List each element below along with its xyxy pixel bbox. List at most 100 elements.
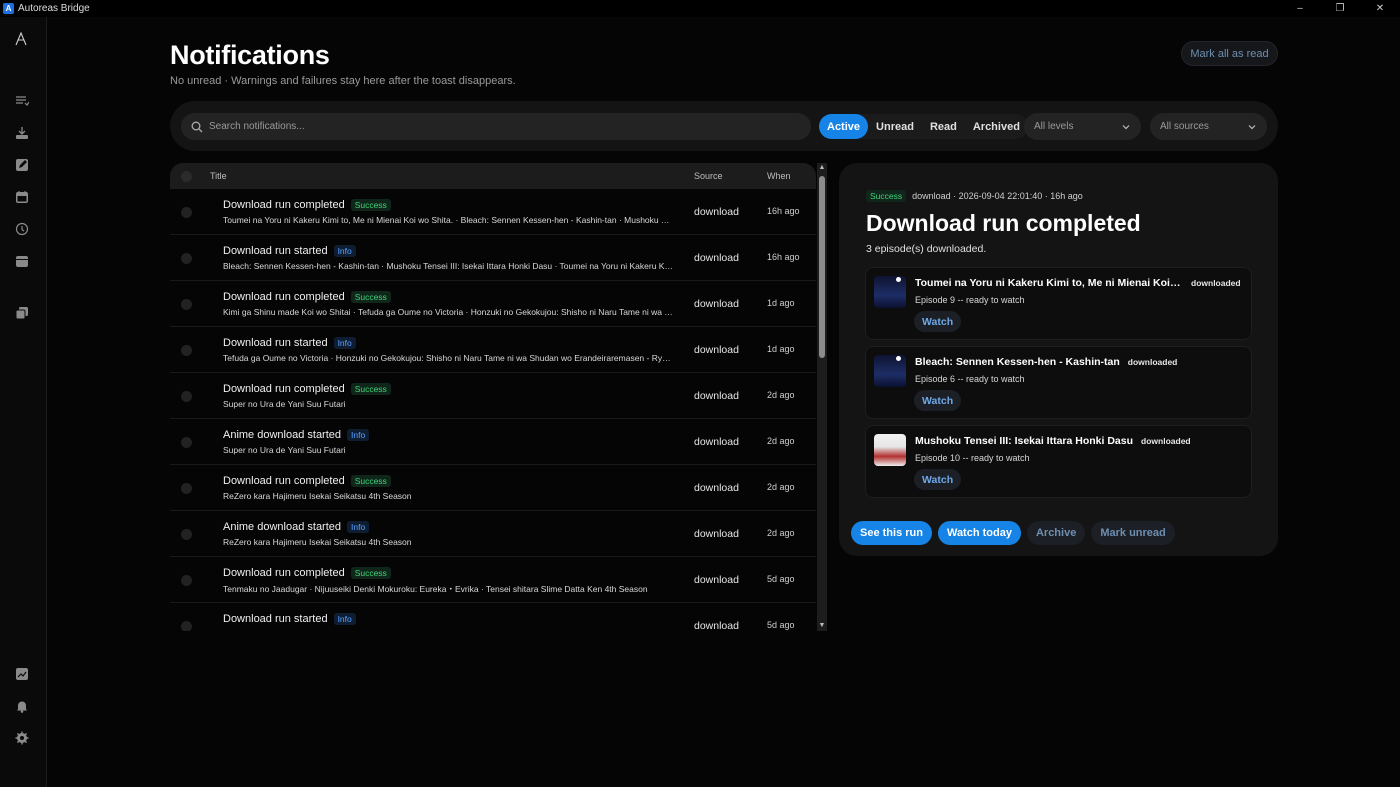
detail-meta: Success download · 2026-09-04 22:01:40 ·…: [866, 190, 1083, 202]
new-dot-icon: [896, 277, 901, 282]
row-title-line: Download run started Info: [223, 613, 356, 625]
level-badge: Info: [347, 429, 370, 441]
page-subtitle: No unread · Warnings and failures stay h…: [170, 75, 516, 87]
level-select-value: All levels: [1034, 121, 1074, 132]
episode-thumbnail: [874, 355, 906, 387]
table-row[interactable]: Download run started Info download 5d ago: [170, 603, 816, 631]
chevron-down-icon: [1121, 122, 1131, 132]
history-icon[interactable]: [15, 222, 29, 236]
row-checkbox[interactable]: [181, 437, 192, 448]
table-scrollbar[interactable]: ▲ ▼: [817, 163, 827, 631]
scrollbar-thumb[interactable]: [819, 176, 825, 358]
library-icon[interactable]: [15, 306, 29, 320]
row-checkbox[interactable]: [181, 207, 192, 218]
row-when: 1d ago: [767, 298, 795, 308]
scroll-down-icon[interactable]: ▼: [818, 622, 826, 630]
table-row[interactable]: Anime download started Info ReZero kara Ha…: [170, 511, 816, 557]
table-row[interactable]: Download run started Info Tefuda ga Oume n…: [170, 327, 816, 373]
tab-read[interactable]: Read: [922, 114, 965, 139]
mark-unread-button[interactable]: Mark unread: [1091, 521, 1175, 545]
archive-button[interactable]: Archive: [1026, 521, 1086, 545]
queue-icon[interactable]: [15, 94, 29, 108]
row-subtitle: Super no Ura de Yani Suu Futari: [223, 399, 346, 409]
table-row[interactable]: Download run completed Success Toumei na Y…: [170, 189, 816, 235]
row-subtitle: Bleach: Sennen Kessen-hen - Kashin-tan ·…: [223, 261, 673, 271]
episode-subtitle: Episode 10 -- ready to watch: [915, 453, 1030, 463]
column-when: When: [767, 171, 791, 181]
calendar-icon[interactable]: [15, 190, 29, 204]
tab-archived[interactable]: Archived: [965, 114, 1028, 139]
see-this-run-button[interactable]: See this run: [851, 521, 932, 545]
settings-icon[interactable]: [15, 731, 29, 745]
episode-status: downloaded: [1141, 436, 1191, 446]
episode-title-row: Bleach: Sennen Kessen-hen - Kashin-tan d…: [915, 356, 1177, 368]
row-checkbox[interactable]: [181, 483, 192, 494]
episode-thumbnail: [874, 434, 906, 466]
close-window-button[interactable]: ✕: [1360, 0, 1400, 17]
row-subtitle: ReZero kara Hajimeru Isekai Seikatsu 4th…: [223, 537, 412, 547]
detail-description: 3 episode(s) downloaded.: [866, 243, 987, 255]
row-checkbox[interactable]: [181, 253, 192, 264]
brand-logo-icon[interactable]: [14, 32, 28, 46]
level-badge: Success: [350, 199, 391, 211]
watch-button[interactable]: Watch: [914, 469, 962, 490]
window-controls: – ❐ ✕: [1280, 0, 1400, 17]
row-title-line: Download run completed Success: [223, 383, 391, 395]
row-when: 1d ago: [767, 344, 795, 354]
table-row[interactable]: Download run completed Success Kimi ga Shi…: [170, 281, 816, 327]
table-row[interactable]: Download run completed Success Tenmaku no …: [170, 557, 816, 603]
table-row[interactable]: Download run completed Success ReZero kara…: [170, 465, 816, 511]
row-checkbox[interactable]: [181, 621, 192, 631]
row-when: 2d ago: [767, 528, 795, 538]
row-checkbox[interactable]: [181, 299, 192, 310]
search-box[interactable]: [181, 113, 811, 140]
episode-subtitle: Episode 9 -- ready to watch: [915, 295, 1025, 305]
stats-icon[interactable]: [15, 667, 29, 681]
row-title: Download run completed: [223, 567, 345, 579]
row-source: download: [694, 482, 739, 494]
source-select[interactable]: All sources: [1150, 113, 1267, 140]
table-row[interactable]: Anime download started Info Super no Ura d…: [170, 419, 816, 465]
row-title: Anime download started: [223, 429, 342, 441]
select-all-checkbox[interactable]: [181, 170, 192, 182]
table-row[interactable]: Download run completed Success Super no Ur…: [170, 373, 816, 419]
watch-today-button[interactable]: Watch today: [937, 521, 1021, 545]
level-badge: Info: [333, 245, 356, 257]
notifications-table: Title Source When Download run completed…: [170, 163, 816, 631]
scroll-up-icon[interactable]: ▲: [818, 164, 826, 172]
maximize-button[interactable]: ❐: [1320, 0, 1360, 17]
row-checkbox[interactable]: [181, 391, 192, 402]
row-checkbox[interactable]: [181, 575, 192, 586]
tab-active[interactable]: Active: [819, 114, 869, 139]
watch-button[interactable]: Watch: [914, 311, 962, 332]
row-when: 2d ago: [767, 390, 795, 400]
level-badge: Info: [333, 337, 356, 349]
level-select[interactable]: All levels: [1024, 113, 1141, 140]
table-body: Download run completed Success Toumei na Y…: [170, 189, 816, 631]
mark-all-read-button[interactable]: Mark all as read: [1181, 41, 1278, 66]
watch-button[interactable]: Watch: [914, 390, 962, 411]
detail-meta-text: download · 2026-09-04 22:01:40 · 16h ago: [912, 191, 1083, 201]
minimize-button[interactable]: –: [1280, 0, 1320, 17]
download-icon[interactable]: [15, 126, 29, 140]
episode-status: downloaded: [1191, 278, 1241, 288]
table-row[interactable]: Download run started Info Bleach: Sennen K…: [170, 235, 816, 281]
table-header: Title Source When: [170, 163, 816, 189]
status-tabs: Active Unread Read Archived: [819, 114, 1028, 139]
row-source: download: [694, 528, 739, 540]
row-checkbox[interactable]: [181, 345, 192, 356]
edit-icon[interactable]: [15, 158, 29, 172]
level-badge: Info: [347, 521, 370, 533]
row-subtitle: Super no Ura de Yani Suu Futari: [223, 445, 346, 455]
episode-thumbnail: [874, 276, 906, 308]
window-title: Autoreas Bridge: [18, 3, 90, 14]
row-subtitle: Kimi ga Shinu made Koi wo Shitai · Tefud…: [223, 307, 673, 317]
row-checkbox[interactable]: [181, 529, 192, 540]
row-subtitle: Tenmaku no Jaadugar · Nijuuseiki Denki M…: [223, 584, 648, 594]
detail-title: Download run completed: [866, 210, 1141, 236]
schedule-icon[interactable]: [15, 254, 29, 268]
tab-unread[interactable]: Unread: [868, 114, 922, 139]
bell-icon[interactable]: [15, 699, 29, 713]
row-title-line: Download run started Info: [223, 337, 356, 349]
search-input[interactable]: [209, 121, 789, 132]
